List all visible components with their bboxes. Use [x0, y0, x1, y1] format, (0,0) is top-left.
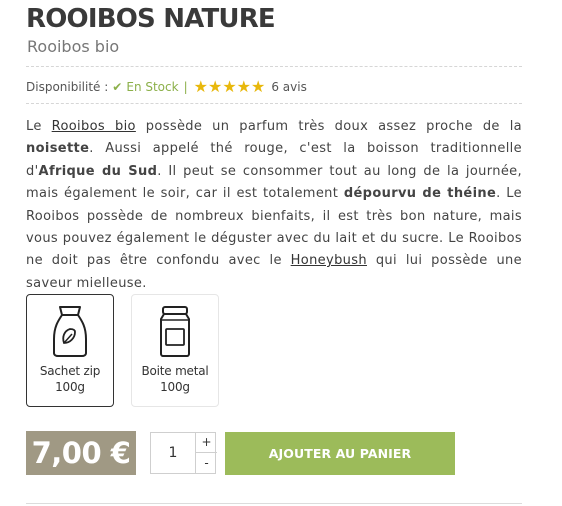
metal-tin-icon — [160, 306, 190, 357]
description-highlight: Afrique du Sud — [38, 163, 158, 179]
rating-stars[interactable]: ★ ★ ★ ★ ★ — [194, 79, 266, 95]
honeybush-link[interactable]: Honeybush — [291, 253, 367, 268]
option-name: Boite metal — [141, 364, 209, 378]
description-highlight: dépourvu de théine — [343, 186, 497, 202]
description-highlight: noisette — [26, 141, 90, 157]
option-label: Sachet zip 100g — [27, 363, 113, 395]
description-text: possède un parfum très doux assez proche… — [135, 119, 522, 134]
divider — [26, 103, 522, 104]
add-to-cart-button[interactable]: AJOUTER AU PANIER — [225, 432, 455, 475]
reviews-link[interactable]: 6 avis — [271, 80, 307, 94]
option-label: Boite metal 100g — [132, 363, 218, 395]
product-meta: Disponibilité : ✔ En Stock | ★ ★ ★ ★ ★ 6… — [26, 78, 307, 96]
star-icon: ★ — [251, 77, 266, 96]
product-price: 7,00 € — [26, 431, 136, 475]
option-weight: 100g — [55, 380, 85, 394]
availability-label: Disponibilité : — [26, 80, 109, 94]
meta-separator: | — [183, 80, 188, 94]
divider — [26, 503, 522, 504]
quantity-decrease-button[interactable]: - — [196, 453, 217, 473]
zip-bag-icon — [53, 306, 87, 357]
divider — [26, 66, 522, 67]
option-sachet-zip[interactable]: Sachet zip 100g — [26, 294, 114, 407]
quantity-steps: + - — [195, 432, 217, 474]
product-title: ROOIBOS NATURE — [26, 4, 276, 34]
option-name: Sachet zip — [39, 364, 101, 378]
rooibos-bio-link[interactable]: Rooibos bio — [52, 119, 136, 134]
quantity-increase-button[interactable]: + — [196, 432, 217, 453]
star-icon: ★ — [207, 77, 223, 96]
star-icon: ★ — [236, 77, 251, 96]
description-text: Le — [26, 119, 52, 134]
option-boite-metal[interactable]: Boite metal 100g — [131, 294, 219, 407]
checkmark-icon: ✔ — [112, 80, 123, 94]
stock-status: En Stock — [126, 80, 179, 94]
product-description: Le Rooibos bio possède un parfum très do… — [26, 116, 522, 295]
quantity-stepper: 1 + - — [150, 432, 217, 474]
option-weight: 100g — [160, 380, 190, 394]
star-icon: ★ — [222, 77, 237, 96]
star-icon: ★ — [193, 77, 208, 96]
quantity-input[interactable]: 1 — [151, 433, 195, 473]
product-subtitle: Rooibos bio — [27, 37, 120, 56]
